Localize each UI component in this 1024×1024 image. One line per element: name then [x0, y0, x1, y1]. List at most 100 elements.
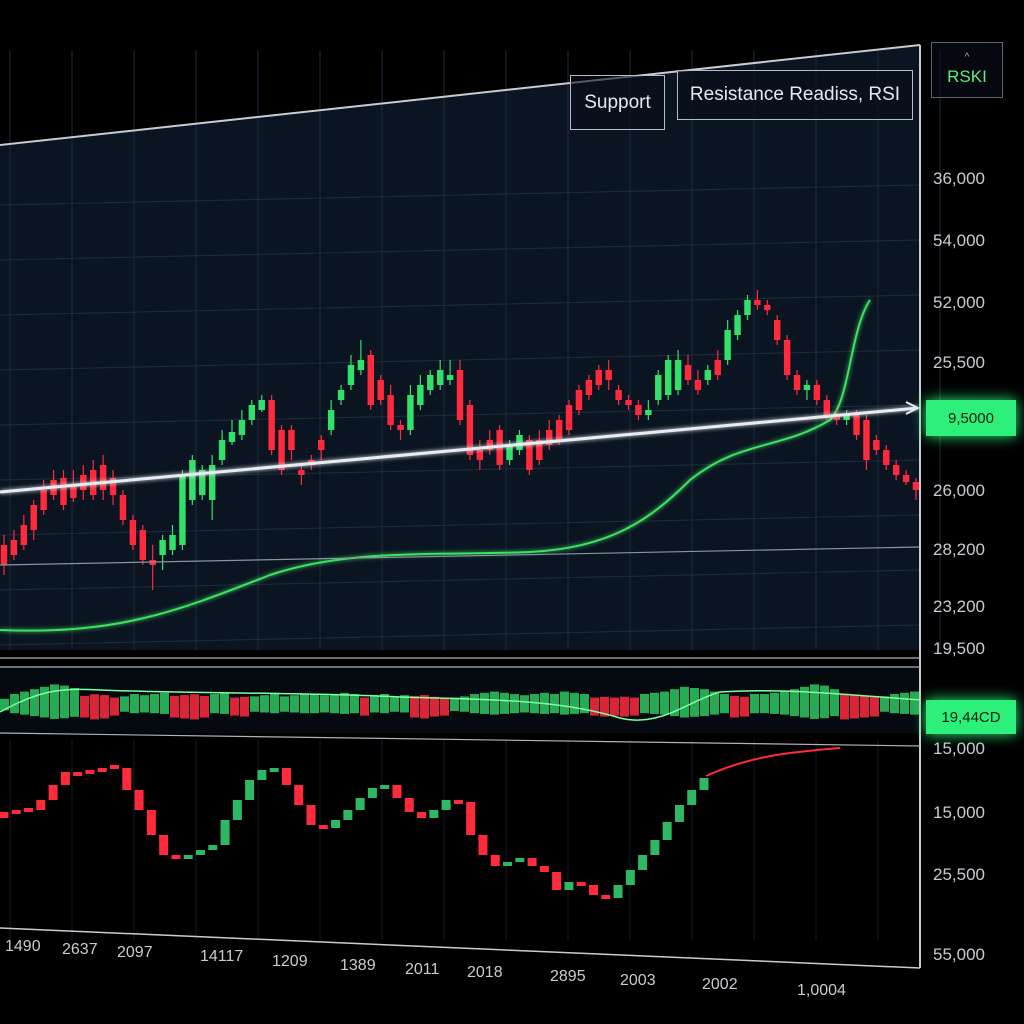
macd-bar	[640, 694, 649, 714]
oscillator-tick-label: 25,500	[933, 865, 985, 884]
oscillator-candle	[60, 772, 70, 785]
oscillator-candle	[380, 785, 390, 789]
candle-body	[744, 300, 751, 315]
macd-bar	[810, 684, 819, 719]
oscillator-candle	[662, 822, 672, 840]
macd-bar	[220, 692, 229, 714]
x-tick-label: 2637	[62, 941, 98, 958]
macd-bar	[260, 695, 269, 713]
macd-bar	[910, 691, 919, 715]
macd-bar	[130, 694, 139, 714]
macd-value-tag: 19,44CD	[926, 700, 1016, 734]
candle-body	[853, 415, 860, 435]
macd-bar	[770, 692, 779, 714]
oscillator-candle	[576, 882, 586, 886]
candle-body	[645, 410, 652, 415]
oscillator-candle	[404, 798, 414, 812]
candle-body	[347, 365, 355, 385]
y-tick-label: 52,000	[933, 293, 985, 312]
macd-bar	[900, 692, 909, 714]
rsi-button-label: RSKI	[947, 67, 987, 86]
x-tick-label: 2002	[702, 976, 738, 993]
candle-body	[248, 405, 256, 420]
oscillator-candle	[429, 810, 439, 818]
macd-bar	[330, 694, 339, 714]
support-button[interactable]: Support	[570, 75, 665, 130]
macd-bar	[760, 694, 769, 714]
candle-body	[823, 400, 831, 415]
candle-body	[357, 360, 365, 370]
candle-body	[516, 435, 523, 450]
oscillator-candle	[515, 858, 525, 862]
resistance-button[interactable]: Resistance Readiss, RSI	[677, 70, 913, 120]
oscillator-candle	[564, 882, 574, 890]
candle-body	[714, 360, 721, 375]
macd-bar	[470, 694, 479, 714]
oscillator-tick-label: 15,000	[933, 803, 985, 822]
macd-bar	[390, 696, 399, 712]
oscillator-candle	[306, 805, 316, 825]
x-tick-label: 14117	[200, 948, 243, 965]
oscillator-candle	[466, 802, 476, 835]
candle-body	[813, 385, 821, 400]
macd-bar	[350, 694, 359, 714]
candle-body	[387, 395, 394, 425]
macd-bar	[490, 691, 499, 715]
x-tick-label: 2097	[117, 944, 153, 961]
x-tick-label: 2003	[620, 972, 656, 989]
macd-bar	[40, 686, 49, 718]
macd-bar	[200, 695, 209, 718]
macd-bar	[630, 697, 639, 716]
x-tick-label: 2011	[405, 961, 440, 978]
candle-body	[427, 375, 434, 390]
oscillator-candle	[453, 800, 463, 804]
candle-body	[912, 482, 920, 490]
oscillator-candle	[208, 845, 218, 850]
candle-body	[0, 545, 8, 565]
macd-bar	[610, 697, 619, 716]
oscillator-candle	[503, 862, 513, 866]
candle-body	[595, 370, 603, 385]
oscillator-candle	[11, 810, 21, 814]
candle-body	[10, 540, 18, 555]
candle-body	[268, 400, 275, 450]
y-tick-label: 28,200	[933, 540, 985, 559]
x-tick-label: 2018	[467, 964, 503, 981]
oscillator-candle	[674, 805, 684, 822]
oscillator-candle	[392, 785, 402, 798]
oscillator-tick-label: 55,000	[933, 945, 985, 964]
candle-body	[288, 430, 295, 450]
x-tick-label: 1389	[340, 957, 376, 974]
y-tick-label: 23,200	[933, 597, 985, 616]
macd-bar	[420, 695, 429, 719]
oscillator-candle	[331, 820, 341, 828]
candle-body	[407, 395, 414, 430]
macd-bar	[500, 692, 509, 714]
oscillator-candle	[613, 885, 623, 898]
oscillator-candle	[110, 765, 120, 769]
candle-body	[238, 420, 246, 435]
candle-body	[704, 370, 712, 380]
oscillator-candle	[588, 885, 598, 895]
candle-body	[674, 360, 682, 390]
macd-bar	[750, 694, 759, 714]
oscillator-candle	[355, 798, 365, 810]
rsi-button[interactable]: ^ RSKI	[931, 42, 1003, 98]
oscillator-candle	[134, 790, 144, 810]
macd-bar	[50, 684, 59, 719]
oscillator-candle	[0, 812, 9, 818]
macd-bar	[840, 694, 849, 720]
macd-bar	[310, 694, 319, 714]
candle-body	[793, 375, 801, 390]
macd-bar	[290, 695, 299, 713]
macd-bar	[320, 695, 329, 713]
oscillator-candle	[220, 820, 230, 845]
macd-bar	[120, 696, 129, 712]
macd-bar	[620, 696, 629, 717]
oscillator-candle	[490, 855, 500, 866]
y-tick-label: 25,500	[933, 353, 985, 372]
macd-bar	[650, 692, 659, 714]
candle-body	[456, 370, 464, 420]
candle-body	[377, 380, 384, 400]
candle-body	[506, 445, 513, 460]
